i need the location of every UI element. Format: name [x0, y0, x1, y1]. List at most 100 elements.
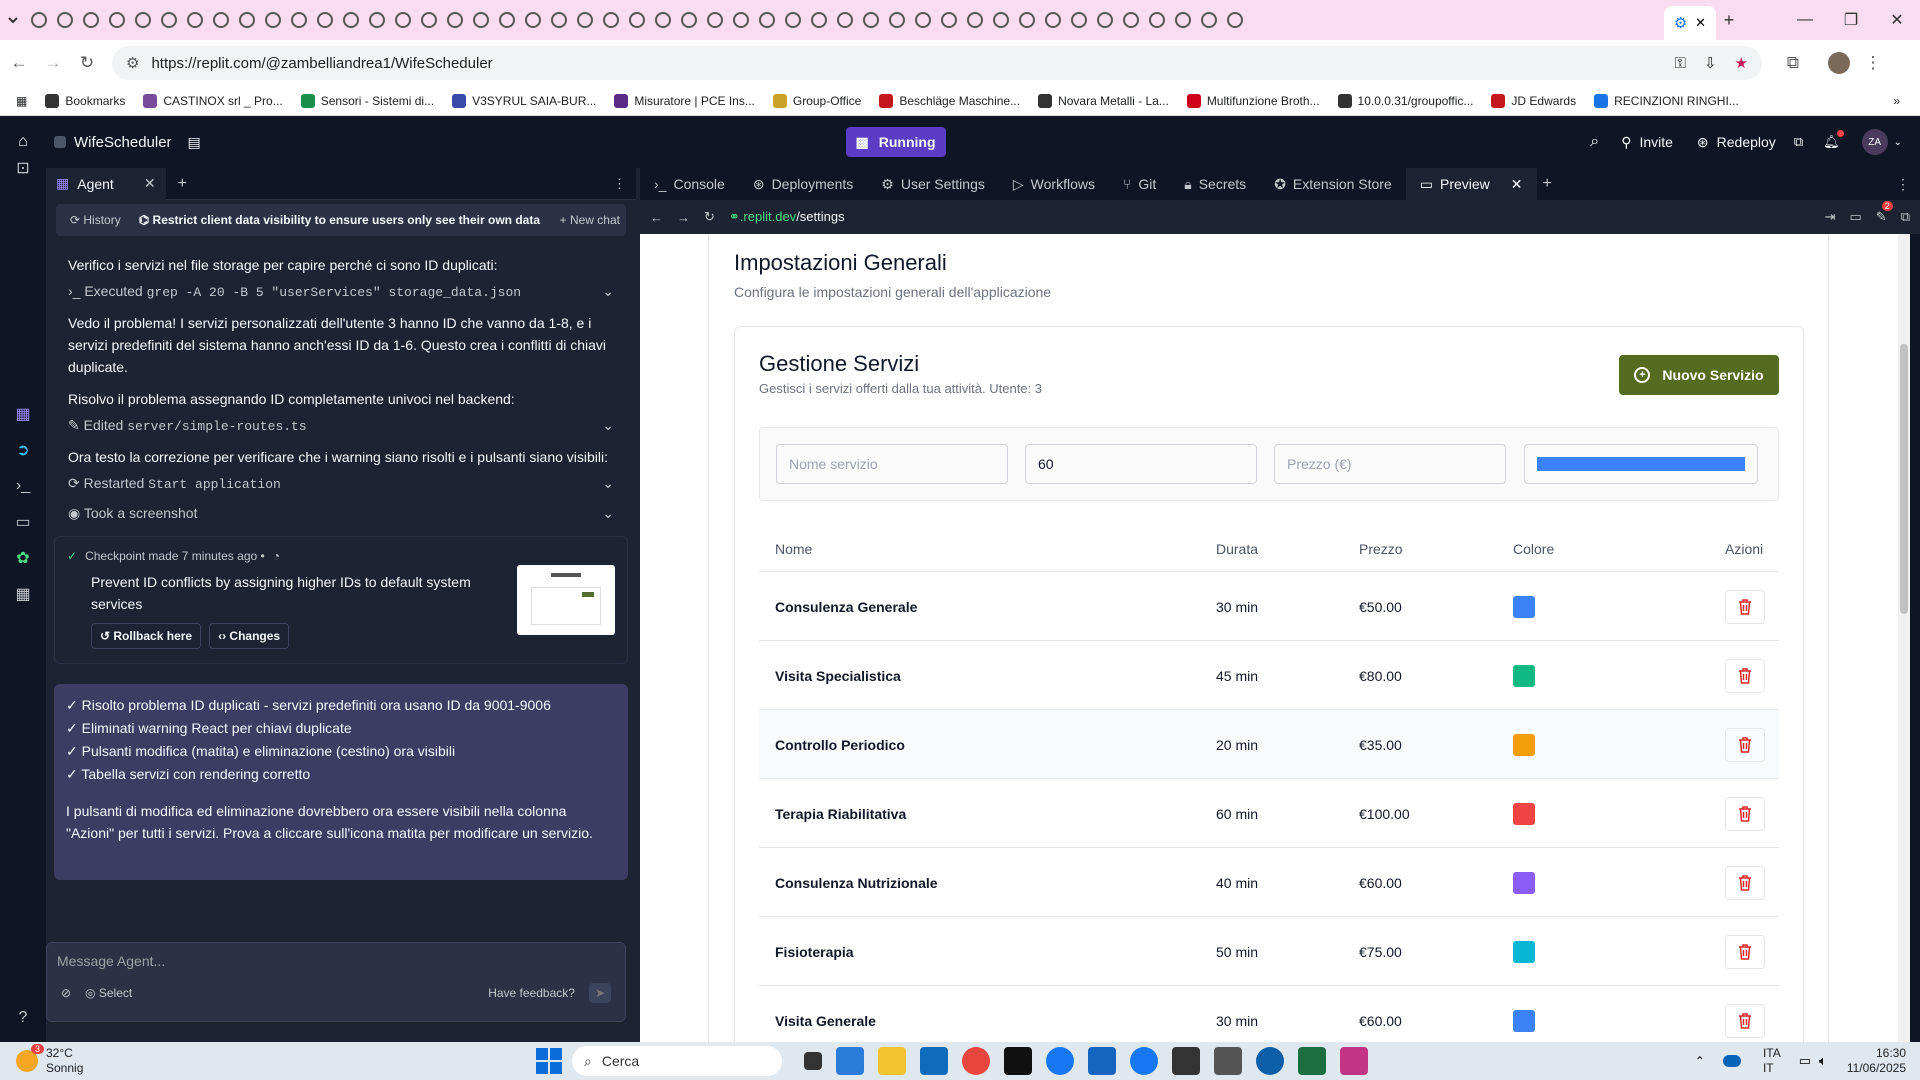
clock-time[interactable]: 16:30 [1847, 1046, 1906, 1061]
browser-tab[interactable] [442, 0, 468, 40]
bookmark-item[interactable]: Bookmarks [45, 93, 125, 108]
snipping-tool-icon[interactable] [1340, 1047, 1368, 1075]
browser-tab[interactable] [1196, 0, 1222, 40]
rollback-button[interactable]: ↺ Rollback here [91, 623, 202, 649]
help-icon[interactable]: ? [0, 1000, 46, 1036]
taskbar-search[interactable]: ⌕ Cerca [572, 1046, 782, 1076]
deployments-icon[interactable]: ✿ [0, 540, 46, 576]
preview-back-icon[interactable]: ← [650, 210, 663, 225]
tab-console[interactable]: ›_ Console [640, 168, 739, 200]
browser-tab[interactable] [962, 0, 988, 40]
delete-service-button[interactable] [1725, 796, 1765, 831]
close-tab-icon[interactable]: ✕ [1695, 15, 1706, 31]
bookmark-item[interactable]: CASTINOX srl _ Pro... [143, 93, 283, 108]
apps-grid-icon[interactable]: ▦ [16, 94, 27, 108]
site-info-icon[interactable]: ⚙ [126, 54, 139, 72]
duration-input[interactable]: 60 [1025, 444, 1257, 484]
tool-call-restart[interactable]: ⟳ Restarted Start application ⌄ [46, 468, 636, 498]
bookmark-item[interactable]: Beschläge Maschine... [879, 93, 1020, 108]
more-bookmarks-icon[interactable]: » [1893, 94, 1900, 108]
minimize-icon[interactable]: — [1782, 0, 1828, 40]
extensions-icon[interactable]: ⧉ [1778, 48, 1808, 78]
agent-icon[interactable]: ▦ [0, 396, 46, 432]
tab-secrets[interactable]: 🔒︎ Secrets [1170, 168, 1260, 200]
preview-icon[interactable]: ▭ [0, 504, 46, 540]
password-key-icon[interactable]: ⚿ [1675, 55, 1686, 72]
forward-icon[interactable]: → [38, 48, 68, 78]
new-service-button[interactable]: + Nuovo Servizio [1619, 355, 1779, 395]
open-url-icon[interactable]: ⇥ [1825, 209, 1836, 225]
add-tab-icon[interactable]: + [178, 175, 187, 193]
assistant-icon[interactable]: ➲ [0, 432, 46, 468]
browser-tab[interactable] [208, 0, 234, 40]
browser-tab[interactable] [780, 0, 806, 40]
service-name-input[interactable]: Nome servizio [776, 444, 1008, 484]
browser-tab[interactable] [754, 0, 780, 40]
active-browser-tab[interactable]: ⚙ ✕ [1664, 6, 1716, 40]
bookmark-item[interactable]: RECINZIONI RINGHI... [1594, 93, 1739, 108]
panel-toggle-icon[interactable]: ⊡ [0, 150, 46, 186]
browser-tab[interactable] [676, 0, 702, 40]
browser-menu-icon[interactable]: ⋮ [1858, 48, 1888, 78]
browser-tab[interactable] [624, 0, 650, 40]
browser-tab[interactable] [286, 0, 312, 40]
facebook-app-icon[interactable] [1130, 1047, 1158, 1075]
tab-preview[interactable]: ▭ Preview ✕ [1405, 168, 1537, 200]
browser-tab[interactable] [1222, 0, 1248, 40]
checkpoint-thumbnail[interactable] [517, 565, 615, 635]
teamviewer-icon[interactable] [1256, 1047, 1284, 1075]
home-icon[interactable]: ⌂ [0, 133, 46, 151]
select-button[interactable]: ◎ Select [85, 986, 132, 1000]
bookmark-item[interactable]: Sensori - Sistemi di... [300, 93, 434, 108]
delete-service-button[interactable] [1725, 865, 1765, 900]
delete-service-button[interactable] [1725, 934, 1765, 969]
back-icon[interactable]: ← [4, 48, 34, 78]
browser-tab[interactable] [520, 0, 546, 40]
browser-tab[interactable] [884, 0, 910, 40]
new-chat-button[interactable]: + New chat [560, 213, 620, 227]
store-icon[interactable] [1172, 1047, 1200, 1075]
tab-agent[interactable]: ▦ Agent ✕ [46, 167, 166, 200]
maximize-icon[interactable]: ❐ [1828, 0, 1874, 40]
tab-search-icon[interactable] [0, 0, 26, 40]
widgets-app-icon[interactable] [836, 1047, 864, 1075]
outlook-icon[interactable] [920, 1047, 948, 1075]
media-player-icon[interactable] [1214, 1047, 1242, 1075]
tool-call-grep[interactable]: ›_ Executed grep -A 20 -B 5 "userService… [46, 276, 636, 306]
tab-workflows[interactable]: ▷ Workflows [999, 168, 1109, 200]
user-avatar[interactable]: ZA [1861, 129, 1888, 155]
browser-tab[interactable] [1066, 0, 1092, 40]
expand-chevron-icon[interactable]: ⌄ [602, 475, 614, 492]
history-button[interactable]: ⟳ History [62, 209, 129, 231]
browser-tab[interactable] [1170, 0, 1196, 40]
expand-chevron-icon[interactable]: ⌄ [602, 505, 614, 522]
browser-tab[interactable] [338, 0, 364, 40]
bookmark-star-icon[interactable]: ★ [1735, 54, 1748, 72]
project-name[interactable]: WifeScheduler [74, 134, 172, 151]
bookmark-item[interactable]: Misuratore | PCE Ins... [614, 93, 755, 108]
browser-tab[interactable] [728, 0, 754, 40]
reload-icon[interactable]: ↻ [72, 48, 102, 78]
browser-tab[interactable] [858, 0, 884, 40]
expand-chevron-icon[interactable]: ⌄ [602, 283, 614, 300]
browser-tab[interactable] [182, 0, 208, 40]
add-workspace-tab-icon[interactable]: + [1543, 175, 1552, 193]
chrome-icon[interactable] [962, 1047, 990, 1075]
amazon-icon[interactable] [1004, 1047, 1032, 1075]
browser-tab[interactable] [832, 0, 858, 40]
browser-tab[interactable] [1092, 0, 1118, 40]
price-input[interactable]: Prezzo (€) [1274, 444, 1506, 484]
browser-tab[interactable] [260, 0, 286, 40]
file-explorer-icon[interactable] [878, 1047, 906, 1075]
browser-tab[interactable] [26, 0, 52, 40]
shell-icon[interactable]: ›_ [0, 468, 46, 504]
volume-icon[interactable]: 🔈︎ [1819, 1053, 1827, 1069]
profile-avatar[interactable] [1824, 48, 1854, 78]
window-close-icon[interactable]: ✕ [1874, 0, 1920, 40]
run-button[interactable]: ▩ Running [845, 127, 946, 157]
browser-tab[interactable] [546, 0, 572, 40]
weather-widget[interactable]: 3 32°C Sonnig [16, 1044, 236, 1076]
bookmark-item[interactable]: V3SYRUL SAIA-BUR... [452, 93, 596, 108]
install-app-icon[interactable]: ⇩ [1704, 54, 1717, 72]
changes-button[interactable]: ‹› Changes [209, 623, 290, 649]
